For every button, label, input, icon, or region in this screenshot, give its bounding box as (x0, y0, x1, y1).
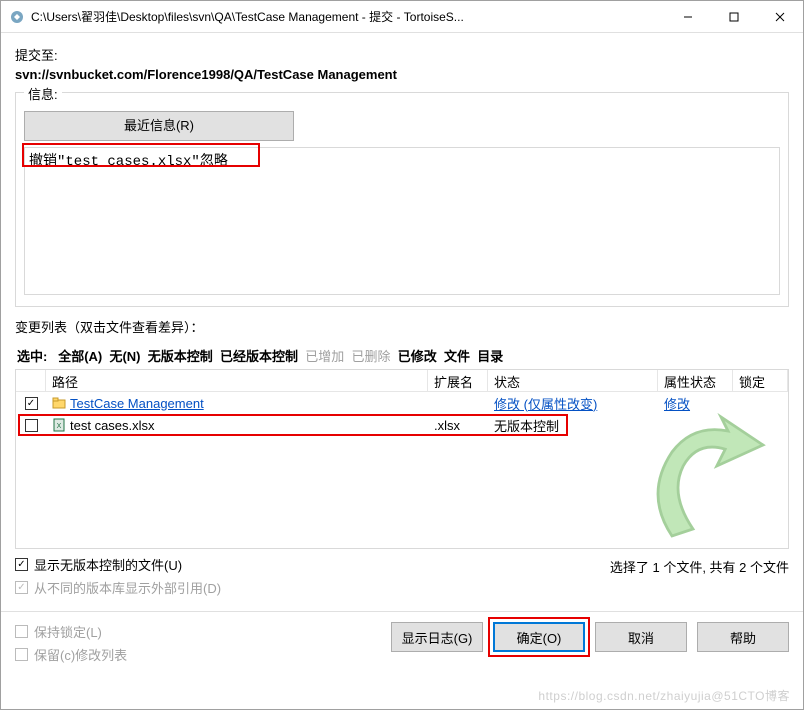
changes-label: 变更列表（双击文件查看差异）： (15, 317, 789, 336)
column-lock[interactable]: 锁定 (733, 370, 788, 391)
show-log-button[interactable]: 显示日志(G) (391, 622, 483, 652)
below-list-row: ✓显示无版本控制的文件(U) ✓从不同的版本库显示外部引用(D) 选择了 1 个… (15, 555, 789, 601)
app-window: C:\Users\翟羽佳\Desktop\files\svn\QA\TestCa… (0, 0, 804, 710)
xlsx-icon: X (52, 418, 66, 432)
row-status: 修改 (仅属性改变) (488, 393, 658, 414)
titlebar: C:\Users\翟羽佳\Desktop\files\svn\QA\TestCa… (1, 1, 803, 33)
filter-files-link[interactable]: 文件 (444, 349, 470, 364)
selection-info: 选择了 1 个文件, 共有 2 个文件 (610, 555, 789, 576)
filter-added-link: 已增加 (305, 349, 344, 364)
row-path: test cases.xlsx (70, 418, 155, 433)
change-list: 路径 扩展名 状态 属性状态 锁定 ✓ TestCase Management … (15, 369, 789, 549)
filter-unversioned-link[interactable]: 无版本控制 (148, 349, 213, 364)
row-prop (658, 424, 733, 426)
minimize-button[interactable] (665, 2, 711, 32)
svn-url: svn://svnbucket.com/Florence1998/QA/Test… (15, 67, 789, 82)
row-prop: 修改 (658, 393, 733, 414)
message-group: 信息: 最近信息(R) (15, 92, 789, 307)
close-button[interactable] (757, 2, 803, 32)
maximize-button[interactable] (711, 2, 757, 32)
window-title: C:\Users\翟羽佳\Desktop\files\svn\QA\TestCa… (31, 8, 665, 25)
filter-modified-link[interactable]: 已修改 (398, 349, 437, 364)
svg-text:X: X (57, 423, 62, 430)
dialog-buttons: 显示日志(G) 确定(O) 取消 帮助 (391, 622, 789, 652)
list-header: 路径 扩展名 状态 属性状态 锁定 (16, 370, 788, 392)
submit-to-label: 提交至: (15, 45, 789, 64)
row-checkbox[interactable]: ✓ (25, 397, 38, 410)
message-group-title: 信息: (24, 84, 62, 103)
filter-all-link[interactable]: 全部(A) (58, 349, 102, 364)
filter-deleted-link: 已删除 (352, 349, 391, 364)
recent-messages-button[interactable]: 最近信息(R) (24, 111, 294, 141)
column-path[interactable]: 路径 (46, 370, 428, 391)
row-lock (733, 402, 788, 404)
filter-selected-label: 选中: (17, 349, 47, 364)
app-icon (9, 9, 25, 25)
column-ext[interactable]: 扩展名 (428, 370, 488, 391)
filter-none-link[interactable]: 无(N) (109, 349, 140, 364)
row-status: 无版本控制 (488, 415, 658, 436)
row-ext: .xlsx (428, 417, 488, 434)
cancel-button[interactable]: 取消 (595, 622, 687, 652)
ok-button[interactable]: 确定(O) (493, 622, 585, 652)
row-ext (428, 402, 488, 404)
commit-message-input[interactable] (24, 147, 780, 295)
bottom-bar: 保持锁定(L) 保留(c)修改列表 显示日志(G) 确定(O) 取消 帮助 (15, 622, 789, 668)
column-prop[interactable]: 属性状态 (658, 370, 733, 391)
separator (1, 611, 803, 612)
filter-bar: 选中: 全部(A) 无(N) 无版本控制 已经版本控制 已增加 已删除 已修改 … (15, 342, 789, 369)
column-status[interactable]: 状态 (488, 370, 658, 391)
column-check[interactable] (16, 370, 46, 391)
table-row[interactable]: X test cases.xlsx .xlsx 无版本控制 (16, 414, 788, 436)
keep-changelist-check[interactable]: 保留(c)修改列表 (15, 645, 391, 664)
watermark: https://blog.csdn.net/zhaiyujia@51CTO博客 (538, 687, 790, 704)
row-path: TestCase Management (70, 396, 204, 411)
help-button[interactable]: 帮助 (697, 622, 789, 652)
row-lock (733, 424, 788, 426)
keep-locks-check[interactable]: 保持锁定(L) (15, 622, 391, 641)
show-externals-check: ✓从不同的版本库显示外部引用(D) (15, 578, 221, 597)
row-checkbox[interactable] (25, 419, 38, 432)
table-row[interactable]: ✓ TestCase Management 修改 (仅属性改变) 修改 (16, 392, 788, 414)
folder-icon (52, 396, 66, 410)
content-area: 提交至: svn://svnbucket.com/Florence1998/QA… (1, 33, 803, 709)
show-unversioned-check[interactable]: ✓显示无版本控制的文件(U) (15, 555, 221, 574)
filter-dirs-link[interactable]: 目录 (477, 349, 503, 364)
filter-versioned-link[interactable]: 已经版本控制 (220, 349, 298, 364)
